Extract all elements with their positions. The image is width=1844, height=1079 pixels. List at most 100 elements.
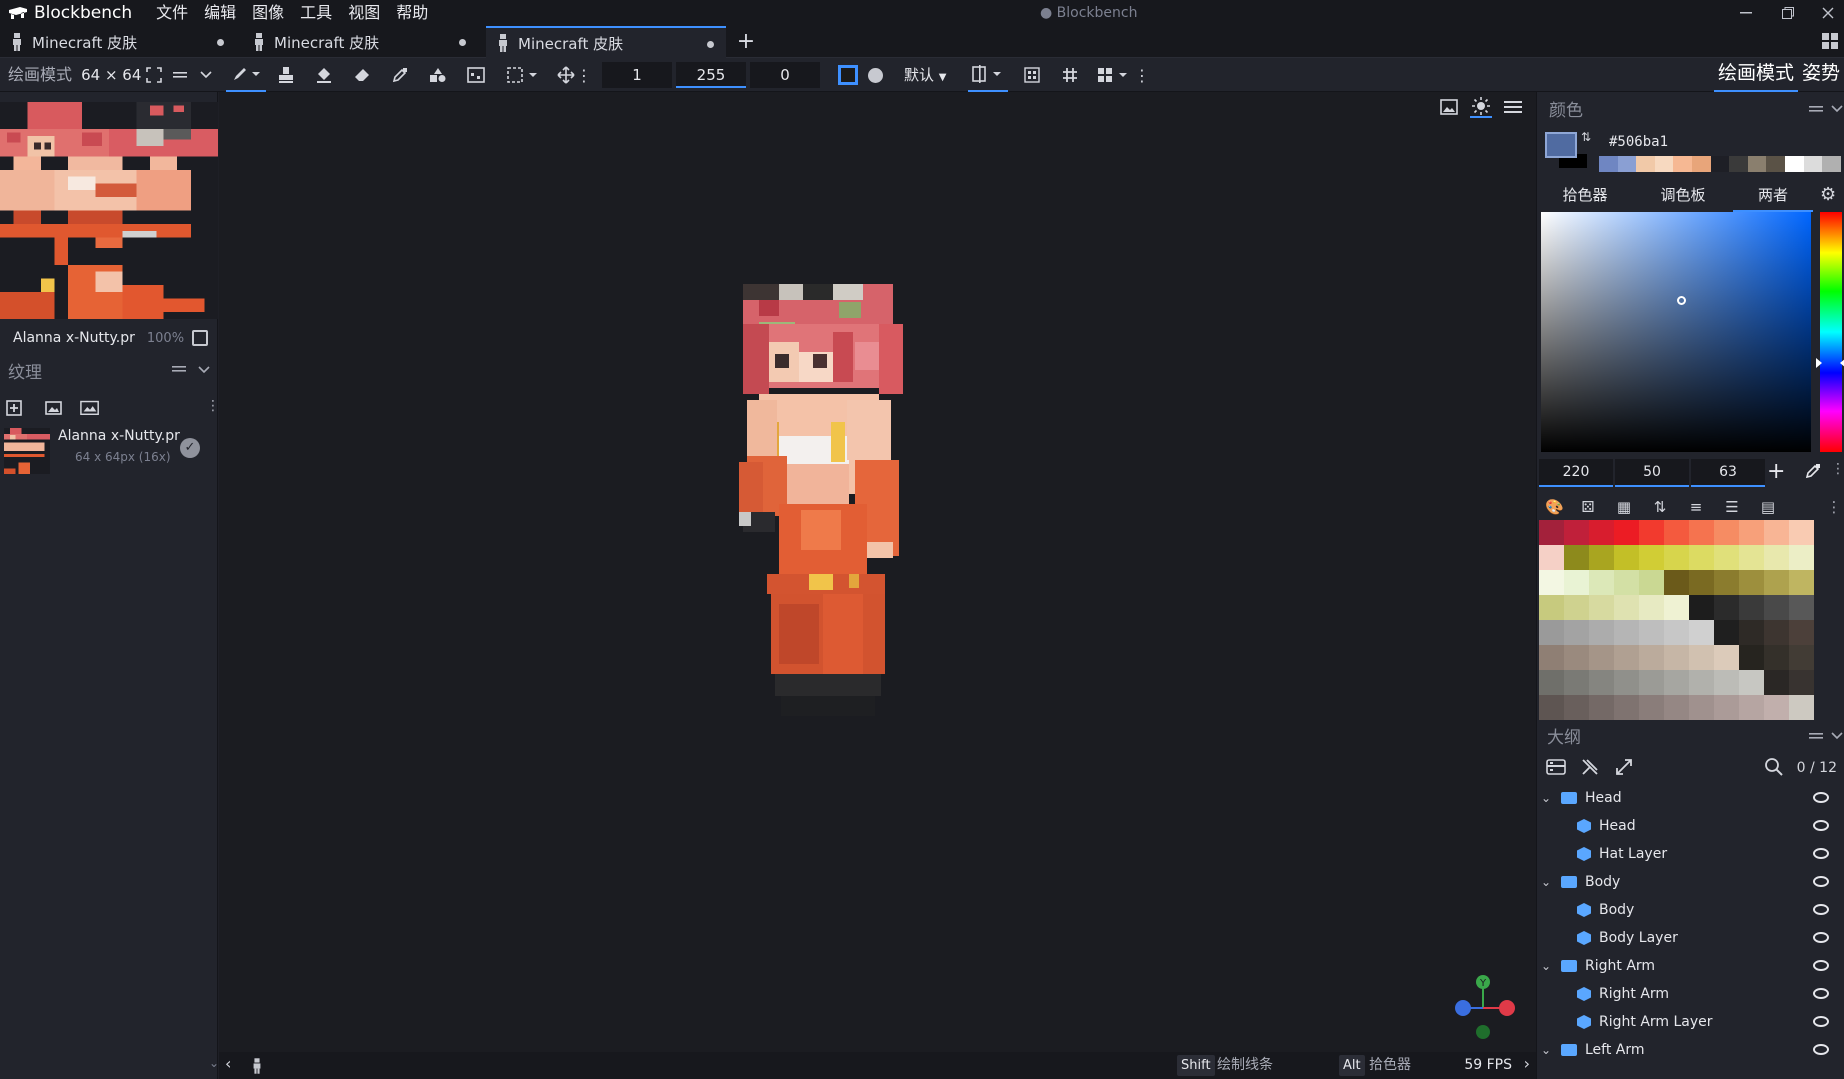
close-button[interactable] (1808, 0, 1844, 26)
palette-swatch[interactable] (1564, 570, 1589, 595)
visibility-eye-icon[interactable] (1813, 848, 1829, 859)
selection-tool-icon[interactable] (504, 58, 544, 92)
palette-swatch[interactable] (1739, 695, 1764, 720)
more-options-icon[interactable]: ⋮ (1825, 498, 1843, 516)
palette-swatch[interactable] (1539, 570, 1564, 595)
expand-chevron-icon[interactable]: ⌄ (1541, 791, 1559, 805)
menu-help[interactable]: 帮助 (388, 0, 436, 26)
mode-paint-tab[interactable]: 绘画模式 (1713, 58, 1798, 92)
menu-tools[interactable]: 工具 (292, 0, 340, 26)
palette-swatch[interactable] (1589, 520, 1614, 545)
palette-swatch[interactable] (1564, 620, 1589, 645)
palette-swatch[interactable] (1764, 520, 1789, 545)
saturation-value-picker[interactable] (1541, 212, 1811, 452)
menu-file[interactable]: 文件 (148, 0, 196, 26)
project-tab-1[interactable]: Minecraft 皮肤 (0, 26, 236, 58)
outliner-group[interactable]: ⌄ Body (1537, 868, 1844, 896)
toolbar-overflow-icon-2[interactable]: ⋮ (1134, 58, 1150, 92)
collapse-chevron-icon[interactable] (1831, 732, 1843, 740)
collapse-chevron-icon[interactable] (198, 362, 210, 378)
palette-swatch[interactable] (1739, 645, 1764, 670)
history-color-swatch[interactable] (1766, 156, 1786, 172)
palette-swatch[interactable] (1714, 595, 1739, 620)
palette-swatch[interactable] (1739, 545, 1764, 570)
visibility-eye-icon[interactable] (1813, 792, 1829, 803)
outliner-group[interactable]: ⌄ Head (1537, 784, 1844, 812)
palette-swatch[interactable] (1564, 595, 1589, 620)
palette-swatch[interactable] (1614, 545, 1639, 570)
palette-swatch[interactable] (1714, 520, 1739, 545)
history-color-swatch[interactable] (1729, 156, 1748, 172)
palette-swatch[interactable] (1689, 545, 1714, 570)
palette-swatch[interactable] (1689, 695, 1714, 720)
new-tab-plus-icon[interactable]: + (734, 26, 758, 58)
menu-edit[interactable]: 编辑 (196, 0, 244, 26)
gizmo-z-axis[interactable] (1455, 1000, 1471, 1016)
tab-palette[interactable]: 调色板 (1635, 180, 1731, 212)
palette-swatch[interactable] (1689, 520, 1714, 545)
gradient-tool-icon[interactable] (462, 58, 490, 92)
history-color-swatch[interactable] (1617, 156, 1637, 172)
sort-palette-icon[interactable]: ⇅ (1651, 498, 1669, 516)
palette-swatch[interactable] (1614, 695, 1639, 720)
palette-swatch[interactable] (1764, 545, 1789, 570)
palette-swatch[interactable] (1789, 670, 1814, 695)
history-color-swatch[interactable] (1785, 156, 1804, 172)
palette-swatch[interactable] (1539, 595, 1564, 620)
palette-swatch[interactable] (1614, 645, 1639, 670)
outliner-group[interactable]: ⌄ Left Arm (1537, 1036, 1844, 1064)
gizmo-x-axis[interactable] (1499, 1000, 1515, 1016)
copy-texture-icon[interactable] (192, 330, 208, 346)
background-image-icon[interactable] (1438, 96, 1460, 118)
mode-pose-tab[interactable]: 姿势 (1798, 58, 1844, 92)
palette-swatch[interactable] (1764, 670, 1789, 695)
visibility-eye-icon[interactable] (1813, 876, 1829, 887)
palette-swatch[interactable] (1664, 620, 1689, 645)
toggle-selection-icon[interactable] (1579, 756, 1601, 778)
eraser-tool-icon[interactable] (348, 58, 376, 92)
palette-swatch[interactable] (1564, 545, 1589, 570)
outliner-cube[interactable]: Head (1537, 812, 1844, 840)
palette-swatch[interactable] (1764, 570, 1789, 595)
append-palette-icon[interactable]: ≡ (1687, 498, 1705, 516)
visibility-eye-icon[interactable] (1813, 932, 1829, 943)
chevron-right-icon[interactable]: › (1524, 1054, 1530, 1073)
expand-arrows-icon[interactable] (1613, 756, 1635, 778)
hex-color-value[interactable]: #506ba1 (1609, 134, 1668, 150)
viewport-menu-icon[interactable] (1502, 96, 1524, 118)
palette-swatch[interactable] (1789, 570, 1814, 595)
palette-swatch[interactable] (1589, 645, 1614, 670)
palette-swatch[interactable] (1539, 670, 1564, 695)
palette-swatch[interactable] (1714, 645, 1739, 670)
red-input[interactable]: 220 (1539, 459, 1613, 487)
add-group-icon[interactable] (1545, 756, 1567, 778)
add-to-palette-icon[interactable]: + (1767, 459, 1785, 485)
palette-swatch[interactable] (1714, 670, 1739, 695)
history-color-swatch[interactable] (1636, 156, 1655, 172)
mirror-painting-icon[interactable] (968, 58, 1008, 92)
visibility-eye-icon[interactable] (1813, 820, 1829, 831)
outliner-cube[interactable]: Right Arm Layer (1537, 1008, 1844, 1036)
panel-menu-icon[interactable] (172, 362, 186, 378)
palette-swatch[interactable] (1539, 520, 1564, 545)
palette-swatch[interactable] (1789, 645, 1814, 670)
axis-gizmo[interactable]: Y (1449, 972, 1519, 1042)
palette-swatch[interactable] (1564, 645, 1589, 670)
palette-swatch[interactable] (1664, 670, 1689, 695)
palette-swatch[interactable] (1639, 670, 1664, 695)
gizmo-neg-y-axis[interactable] (1476, 1025, 1490, 1039)
palette-swatch[interactable] (1614, 520, 1639, 545)
player-icon[interactable] (251, 1057, 263, 1075)
expand-chevron-icon[interactable]: ⌄ (1541, 959, 1559, 973)
eyedropper-icon[interactable] (1805, 463, 1821, 479)
blend-mode-select[interactable]: 默认 ▼ (904, 58, 947, 92)
texture-list-item[interactable]: Alanna x-Nutty.pr 64 x 64px (16x) ✓ (0, 422, 218, 474)
stamp-tool-icon[interactable] (272, 58, 300, 92)
expand-chevron-icon[interactable]: ⌄ (1541, 1043, 1559, 1057)
palette-swatch[interactable] (1639, 545, 1664, 570)
visibility-eye-icon[interactable] (1813, 904, 1829, 915)
expand-chevron-icon[interactable]: ⌄ (1541, 875, 1559, 889)
add-texture-icon[interactable] (6, 398, 26, 416)
palette-swatch[interactable] (1714, 695, 1739, 720)
palette-swatch[interactable] (1539, 620, 1564, 645)
